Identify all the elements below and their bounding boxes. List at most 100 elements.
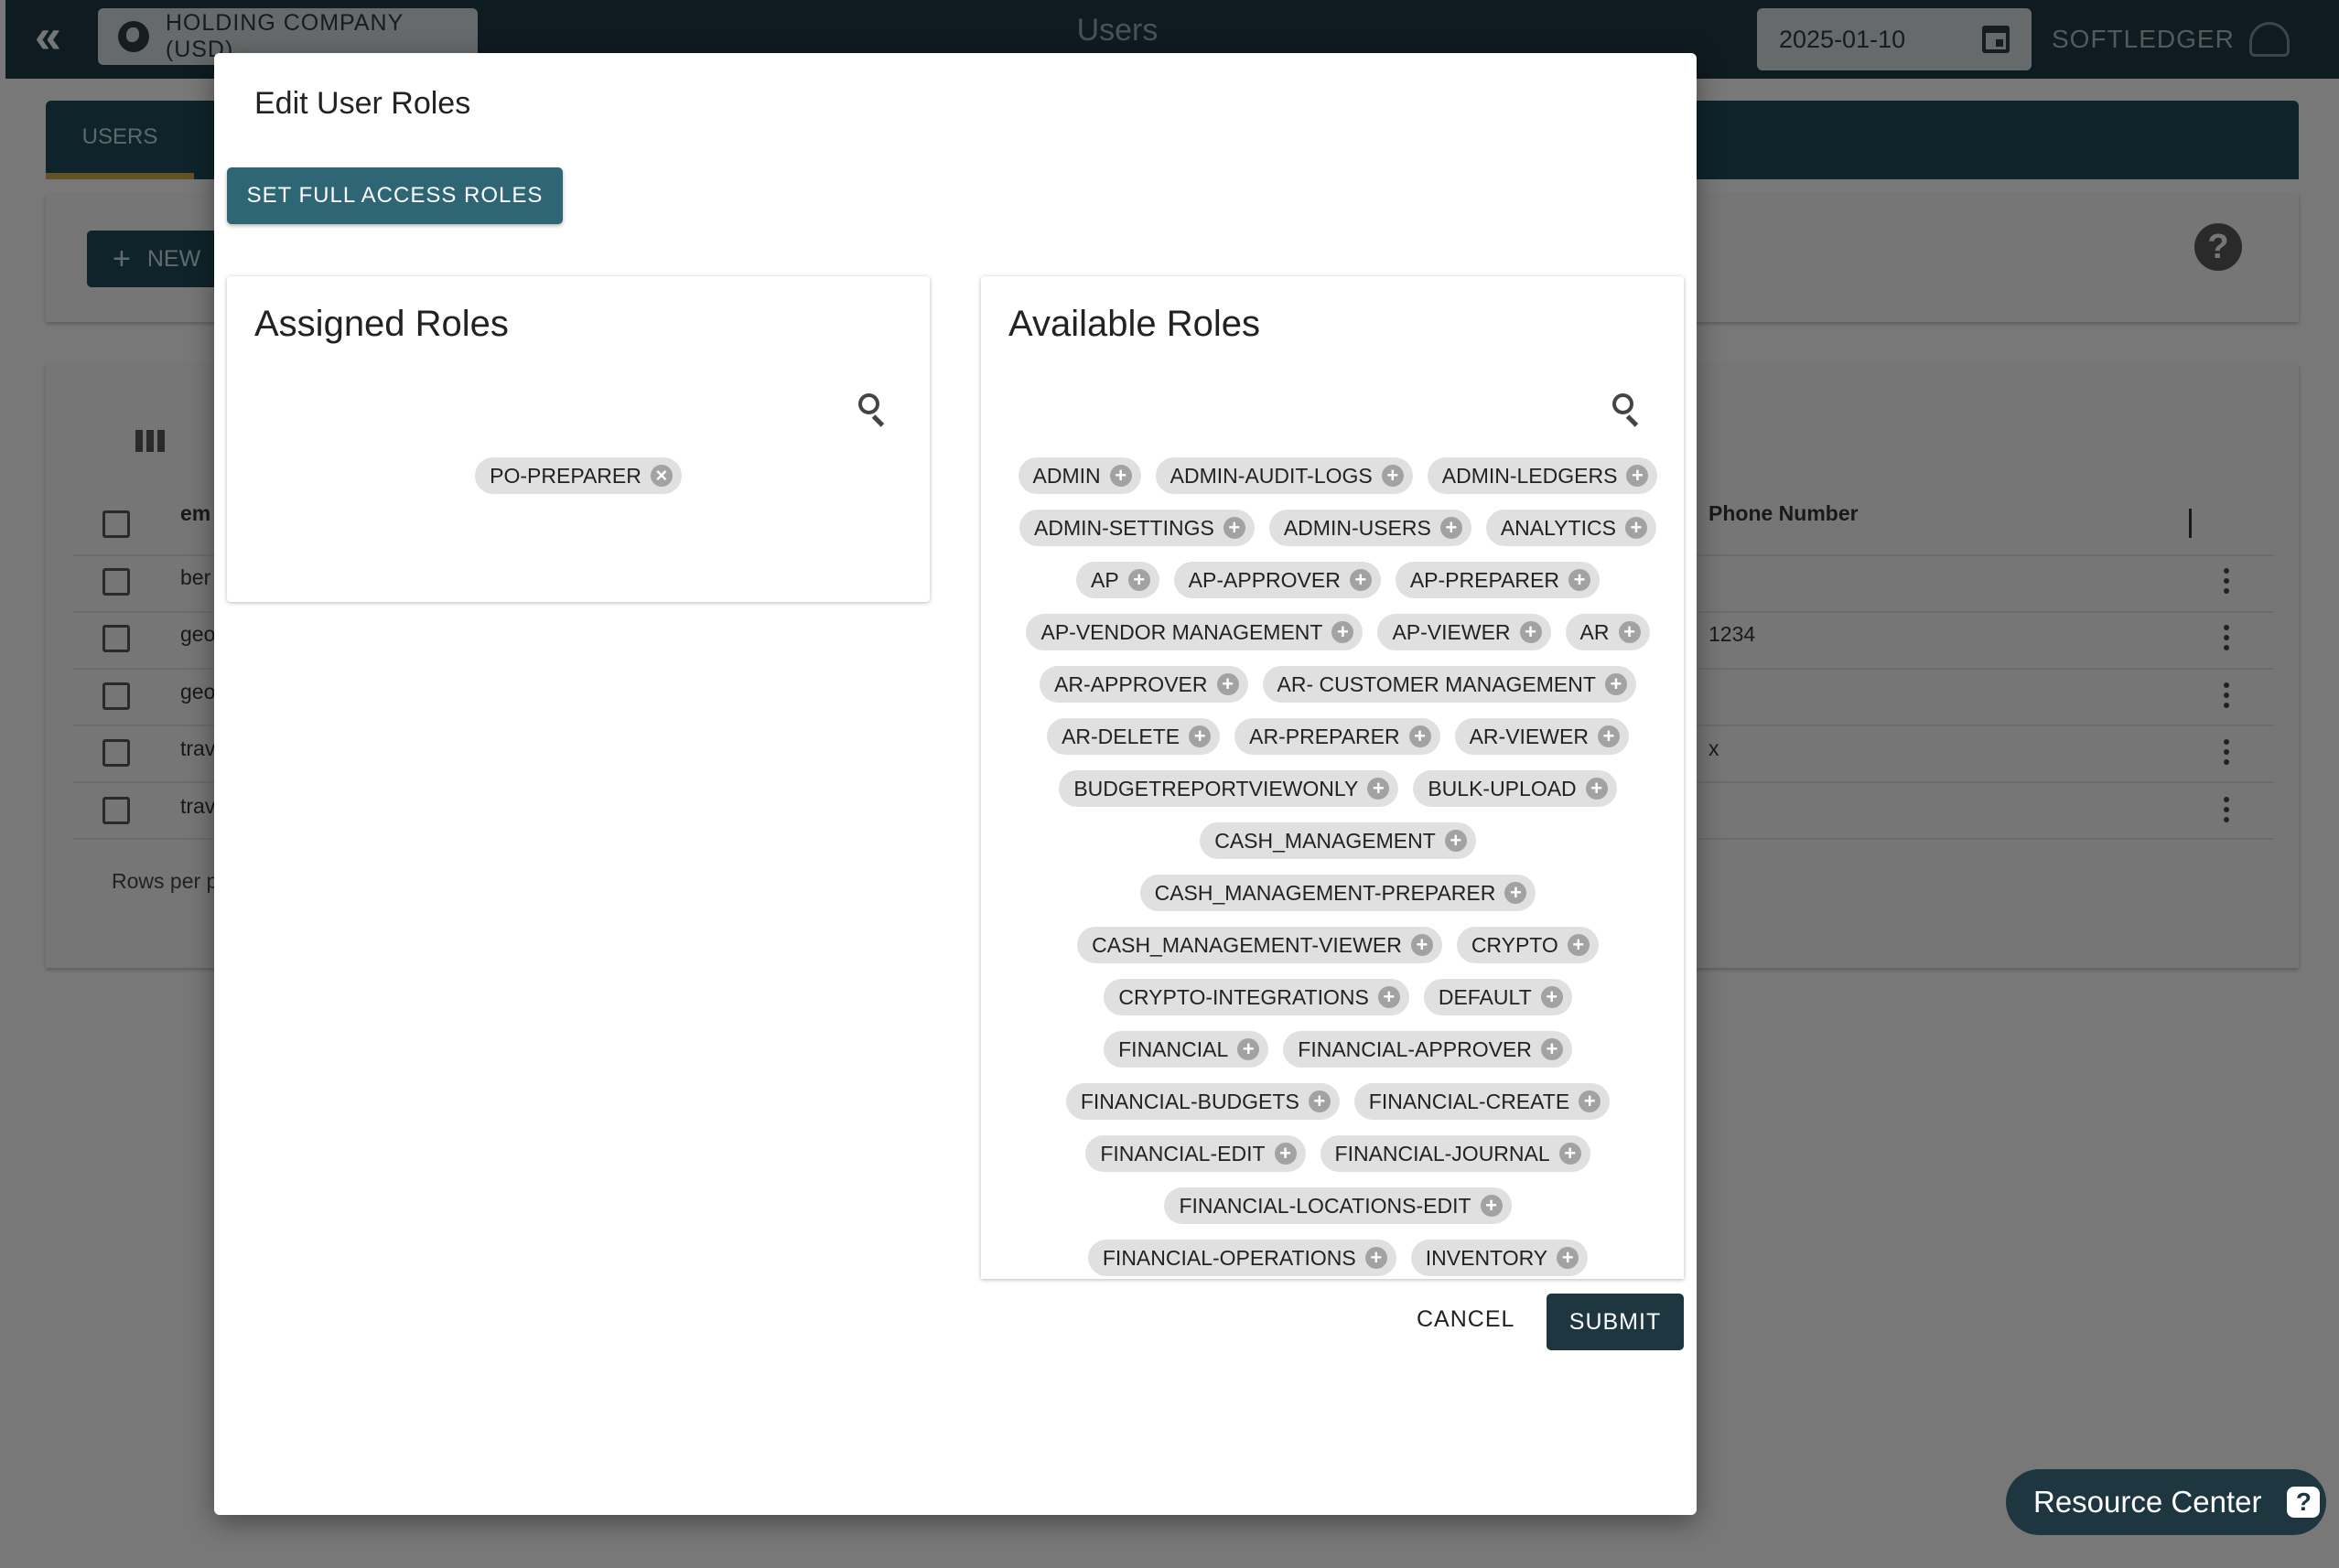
role-chip[interactable]: BUDGETREPORTVIEWONLY + <box>1059 770 1399 807</box>
role-chip[interactable]: AR-VIEWER + <box>1454 718 1629 755</box>
role-chip-label: CASH_MANAGEMENT <box>1214 828 1436 853</box>
submit-button[interactable]: SUBMIT <box>1547 1294 1684 1350</box>
add-role-icon[interactable]: + <box>1377 986 1400 1008</box>
role-chip[interactable]: FINANCIAL-OPERATIONS + <box>1087 1240 1396 1276</box>
role-chip[interactable]: AP-VENDOR MANAGEMENT + <box>1026 614 1364 650</box>
add-role-icon[interactable]: + <box>1626 465 1649 487</box>
role-chip[interactable]: FINANCIAL + <box>1104 1031 1269 1068</box>
role-chip[interactable]: INVENTORY + <box>1410 1240 1589 1276</box>
role-chip[interactable]: AR-APPROVER + <box>1040 666 1248 703</box>
add-role-icon[interactable]: + <box>1504 882 1527 904</box>
add-role-icon[interactable]: + <box>1367 778 1390 800</box>
role-chip[interactable]: FINANCIAL-APPROVER + <box>1283 1031 1572 1068</box>
role-chip[interactable]: ADMIN-SETTINGS + <box>1019 510 1255 546</box>
add-role-icon[interactable]: + <box>1624 517 1647 539</box>
add-role-icon[interactable]: + <box>1223 517 1245 539</box>
add-role-icon[interactable]: + <box>1331 621 1354 643</box>
role-chip-label: CASH_MANAGEMENT-PREPARER <box>1154 880 1496 905</box>
add-role-icon[interactable]: + <box>1127 569 1150 591</box>
role-chip[interactable]: DEFAULT + <box>1423 979 1572 1015</box>
role-chip[interactable]: CASH_MANAGEMENT-PREPARER + <box>1139 875 1536 911</box>
search-icon[interactable] <box>1612 393 1640 427</box>
role-chip-label: FINANCIAL-JOURNAL <box>1334 1141 1550 1165</box>
add-role-icon[interactable]: + <box>1558 1143 1581 1165</box>
role-chip[interactable]: CASH_MANAGEMENT + <box>1200 822 1476 859</box>
add-role-icon[interactable]: + <box>1109 465 1132 487</box>
add-role-icon[interactable]: + <box>1540 1038 1563 1060</box>
add-role-icon[interactable]: + <box>1237 1038 1260 1060</box>
assigned-roles-list: PO-PREPARER × <box>227 457 930 494</box>
role-chip-label: FINANCIAL-APPROVER <box>1298 1036 1532 1061</box>
cancel-button[interactable]: CANCEL <box>1417 1306 1514 1333</box>
add-role-icon[interactable]: + <box>1604 673 1627 695</box>
resource-center-label: Resource Center <box>2033 1485 2262 1519</box>
add-role-icon[interactable]: + <box>1274 1143 1297 1165</box>
role-chip[interactable]: AR- CUSTOMER MANAGEMENT + <box>1262 666 1636 703</box>
add-role-icon[interactable]: + <box>1540 986 1563 1008</box>
role-chip[interactable]: FINANCIAL-EDIT + <box>1085 1135 1306 1172</box>
assigned-roles-title: Assigned Roles <box>254 304 509 344</box>
available-roles-panel: Available Roles ADMIN + ADMIN-AUDIT-LOGS + A… <box>981 276 1684 1279</box>
role-chip[interactable]: AP-VIEWER + <box>1377 614 1551 650</box>
add-role-icon[interactable]: + <box>1349 569 1372 591</box>
add-role-icon[interactable]: + <box>1618 621 1641 643</box>
role-chip[interactable]: ADMIN-LEDGERS + <box>1427 457 1658 494</box>
role-chip-label: ADMIN-LEDGERS <box>1441 463 1618 488</box>
role-chip[interactable]: AR + <box>1565 614 1650 650</box>
role-chip-label: ADMIN <box>1032 463 1101 488</box>
add-role-icon[interactable]: + <box>1568 569 1590 591</box>
remove-role-icon[interactable]: × <box>650 465 673 487</box>
role-chip[interactable]: FINANCIAL-JOURNAL + <box>1320 1135 1590 1172</box>
add-role-icon[interactable]: + <box>1189 725 1212 747</box>
role-chip[interactable]: ADMIN + <box>1018 457 1141 494</box>
role-chip-label: AR-APPROVER <box>1054 671 1208 696</box>
role-chip[interactable]: AP + <box>1075 562 1159 598</box>
role-chip[interactable]: ANALYTICS + <box>1485 510 1656 546</box>
add-role-icon[interactable]: + <box>1308 1090 1331 1112</box>
role-chip[interactable]: CRYPTO + <box>1456 927 1599 963</box>
role-chip-label: CRYPTO-INTEGRATIONS <box>1118 984 1369 1009</box>
add-role-icon[interactable]: + <box>1364 1247 1387 1269</box>
role-chip[interactable]: BULK-UPLOAD + <box>1413 770 1617 807</box>
assigned-roles-panel: Assigned Roles PO-PREPARER × <box>227 276 930 602</box>
add-role-icon[interactable]: + <box>1410 934 1433 956</box>
add-role-icon[interactable]: + <box>1557 1247 1579 1269</box>
add-role-icon[interactable]: + <box>1439 517 1462 539</box>
resource-center-button[interactable]: Resource Center ? <box>2006 1469 2326 1535</box>
available-roles-list: ADMIN + ADMIN-AUDIT-LOGS + ADMIN-LEDGERS + ADM… <box>1018 457 1658 1279</box>
role-chip[interactable]: FINANCIAL-CREATE + <box>1353 1083 1611 1120</box>
role-chip-label: AP-VENDOR MANAGEMENT <box>1040 619 1323 644</box>
add-role-icon[interactable]: + <box>1585 778 1608 800</box>
add-role-icon[interactable]: + <box>1567 934 1590 956</box>
add-role-icon[interactable]: + <box>1519 621 1542 643</box>
role-chip[interactable]: FINANCIAL-BUDGETS + <box>1065 1083 1340 1120</box>
role-chip[interactable]: ADMIN-AUDIT-LOGS + <box>1155 457 1413 494</box>
add-role-icon[interactable]: + <box>1597 725 1620 747</box>
add-role-icon[interactable]: + <box>1579 1090 1601 1112</box>
role-chip[interactable]: FINANCIAL-LOCATIONS-EDIT + <box>1164 1187 1512 1224</box>
role-chip[interactable]: AP-PREPARER + <box>1395 562 1600 598</box>
role-chip-label: ADMIN-SETTINGS <box>1034 515 1214 540</box>
add-role-icon[interactable]: + <box>1408 725 1431 747</box>
role-chip-label: ANALYTICS <box>1500 515 1616 540</box>
add-role-icon[interactable]: + <box>1480 1195 1503 1217</box>
role-chip-label: AR- CUSTOMER MANAGEMENT <box>1277 671 1596 696</box>
add-role-icon[interactable]: + <box>1216 673 1239 695</box>
role-chip-po-preparer[interactable]: PO-PREPARER × <box>475 457 682 494</box>
available-roles-title: Available Roles <box>1008 304 1260 344</box>
role-chip-label: AP-VIEWER <box>1392 619 1511 644</box>
edit-user-roles-dialog: Edit User Roles SET FULL ACCESS ROLES As… <box>214 53 1697 1515</box>
role-chip-label: FINANCIAL-OPERATIONS <box>1102 1245 1356 1270</box>
set-full-access-roles-button[interactable]: SET FULL ACCESS ROLES <box>227 167 563 224</box>
add-role-icon[interactable]: + <box>1381 465 1404 487</box>
role-chip[interactable]: AR-DELETE + <box>1047 718 1221 755</box>
role-chip-label: AP <box>1090 567 1119 592</box>
role-chip-label: FINANCIAL-EDIT <box>1100 1141 1266 1165</box>
role-chip[interactable]: AR-PREPARER + <box>1234 718 1440 755</box>
role-chip[interactable]: CASH_MANAGEMENT-VIEWER + <box>1077 927 1442 963</box>
role-chip[interactable]: AP-APPROVER + <box>1173 562 1381 598</box>
add-role-icon[interactable]: + <box>1444 830 1467 852</box>
role-chip[interactable]: CRYPTO-INTEGRATIONS + <box>1104 979 1409 1015</box>
search-icon[interactable] <box>858 393 886 427</box>
role-chip[interactable]: ADMIN-USERS + <box>1268 510 1471 546</box>
